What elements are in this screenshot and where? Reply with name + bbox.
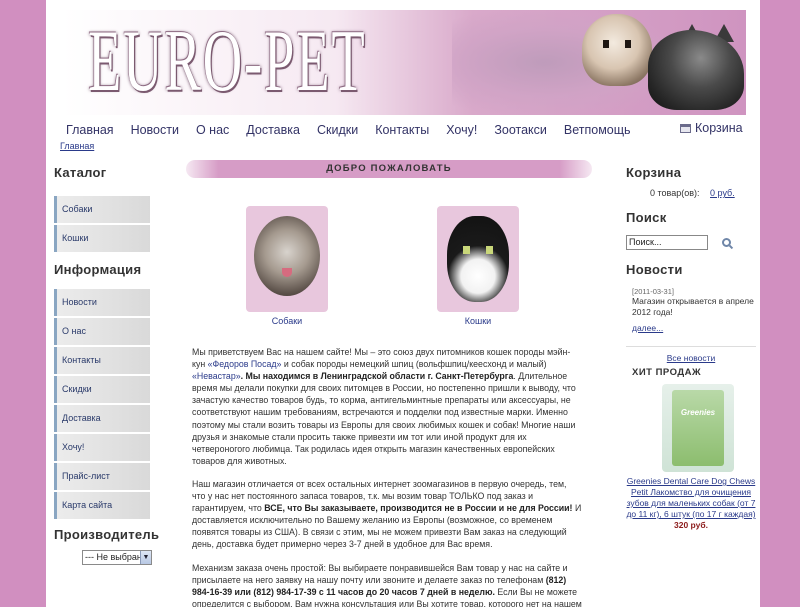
news-text: Магазин открывается в апреле 2012 года! bbox=[632, 296, 754, 317]
top-nav: Главная Новости О нас Доставка Скидки Ко… bbox=[66, 121, 648, 139]
product-pack bbox=[672, 390, 724, 466]
header-banner: EURO-PET bbox=[62, 10, 746, 115]
nav-cart-label: Корзина bbox=[695, 121, 743, 135]
cart-sum-link[interactable]: 0 руб. bbox=[710, 188, 735, 198]
info-item-about[interactable]: О нас bbox=[54, 318, 150, 345]
cart-summary: 0 товар(ов): 0 руб. bbox=[626, 188, 756, 198]
nav-contacts[interactable]: Контакты bbox=[375, 123, 429, 137]
dogs-tile[interactable]: Собаки bbox=[243, 206, 331, 326]
maker-select-value: --- Не выбран bbox=[85, 552, 142, 562]
cart-title: Корзина bbox=[626, 165, 682, 180]
nav-about[interactable]: О нас bbox=[196, 123, 229, 137]
product-image[interactable]: Greenies bbox=[662, 384, 734, 472]
news-title: Новости bbox=[626, 262, 683, 277]
maker-title: Производитель bbox=[54, 527, 160, 542]
p3-text-a: Механизм заказа очень простой: Вы выбира… bbox=[192, 562, 568, 585]
news-more-link[interactable]: далее... bbox=[626, 323, 663, 333]
product-name-link[interactable]: Greenies Dental Care Dog Chews Petit Лак… bbox=[626, 476, 756, 520]
nav-vethelp[interactable]: Ветпомощь bbox=[564, 123, 631, 137]
nav-cart[interactable]: Корзина bbox=[680, 121, 743, 135]
breadcrumb[interactable]: Главная bbox=[60, 141, 94, 151]
divider bbox=[626, 346, 756, 347]
p1-text-b: и собак породы немецкий шпиц (вольфшпиц/… bbox=[281, 359, 547, 370]
nav-discounts[interactable]: Скидки bbox=[317, 123, 358, 137]
intro-paragraph-3: Механизм заказа очень простой: Вы выбира… bbox=[192, 562, 582, 607]
cart-items: 0 товар(ов): bbox=[650, 188, 700, 198]
fedorov-posad-link[interactable]: «Федоров Посад» bbox=[208, 359, 282, 369]
news-date: [2011-03-31] bbox=[632, 287, 674, 296]
intro-paragraph-2: Наш магазин отличается от всех остальных… bbox=[192, 478, 582, 551]
dog-photo[interactable] bbox=[246, 206, 328, 312]
cat-face bbox=[447, 216, 509, 302]
nav-news[interactable]: Новости bbox=[131, 123, 179, 137]
bestseller-title: ХИТ ПРОДАЖ bbox=[632, 367, 702, 378]
all-news-link[interactable]: Все новости bbox=[626, 353, 756, 363]
puppy-image bbox=[582, 14, 652, 86]
kitten-image bbox=[648, 30, 744, 110]
cat-photo[interactable] bbox=[437, 206, 519, 312]
dog-tongue bbox=[282, 268, 292, 277]
product-brand: Greenies bbox=[680, 408, 716, 417]
nav-delivery[interactable]: Доставка bbox=[246, 123, 300, 137]
nav-home[interactable]: Главная bbox=[66, 123, 114, 137]
dogs-caption-link[interactable]: Собаки bbox=[243, 316, 331, 326]
pets-row: Собаки Кошки bbox=[186, 178, 592, 338]
search-row: Поиск... bbox=[626, 235, 756, 250]
p2-bold: ВСЕ, что Вы заказываете, производится не… bbox=[264, 503, 573, 514]
info-title: Информация bbox=[54, 262, 142, 277]
p1-location: . Мы находимся в Ленинградской области г… bbox=[240, 371, 514, 382]
info-item-delivery[interactable]: Доставка bbox=[54, 405, 150, 432]
catalog-item-cats[interactable]: Кошки bbox=[54, 225, 150, 252]
cats-tile[interactable]: Кошки bbox=[434, 206, 522, 326]
chevron-down-icon: ▼ bbox=[140, 551, 151, 564]
site-logo[interactable]: EURO-PET bbox=[88, 12, 367, 112]
p1-text-c: . Длительное время мы делали покупки для… bbox=[192, 371, 576, 466]
product-price: 320 руб. bbox=[674, 520, 708, 530]
search-icon[interactable] bbox=[722, 238, 731, 247]
search-input[interactable]: Поиск... bbox=[626, 235, 708, 250]
search-title: Поиск bbox=[626, 210, 667, 225]
nav-zootaxi[interactable]: Зоотакси bbox=[494, 123, 547, 137]
cat-eyes bbox=[463, 246, 493, 254]
info-item-sitemap[interactable]: Карта сайта bbox=[54, 492, 150, 519]
info-item-contacts[interactable]: Контакты bbox=[54, 347, 150, 374]
info-item-pricelist[interactable]: Прайс-лист bbox=[54, 463, 150, 490]
page: EURO-PET Главная Новости О нас Доставка … bbox=[46, 0, 760, 607]
cats-caption-link[interactable]: Кошки bbox=[434, 316, 522, 326]
cart-icon bbox=[680, 123, 691, 133]
puppy-eyes bbox=[603, 40, 631, 48]
nevastar-link[interactable]: «Невастар» bbox=[192, 371, 241, 381]
nav-want[interactable]: Хочу! bbox=[446, 123, 477, 137]
catalog-item-dogs[interactable]: Собаки bbox=[54, 196, 150, 223]
catalog-title: Каталог bbox=[54, 165, 107, 180]
right-sidebar: Корзина 0 товар(ов): 0 руб. Поиск Поиск.… bbox=[626, 165, 756, 530]
info-item-want[interactable]: Хочу! bbox=[54, 434, 150, 461]
info-item-discounts[interactable]: Скидки bbox=[54, 376, 150, 403]
left-sidebar: Каталог Собаки Кошки Информация Новости … bbox=[54, 165, 160, 565]
dog-face bbox=[254, 216, 320, 296]
intro-paragraph-1: Мы приветствуем Вас на нашем сайте! Мы –… bbox=[192, 346, 582, 467]
maker-select[interactable]: --- Не выбран ▼ bbox=[82, 550, 152, 565]
info-item-news[interactable]: Новости bbox=[54, 289, 150, 316]
welcome-banner: ДОБРО ПОЖАЛОВАТЬ bbox=[186, 160, 592, 178]
intro-text: Мы приветствуем Вас на нашем сайте! Мы –… bbox=[186, 346, 592, 607]
main-content: ДОБРО ПОЖАЛОВАТЬ Собаки Кошки Мы приветс… bbox=[186, 160, 592, 607]
